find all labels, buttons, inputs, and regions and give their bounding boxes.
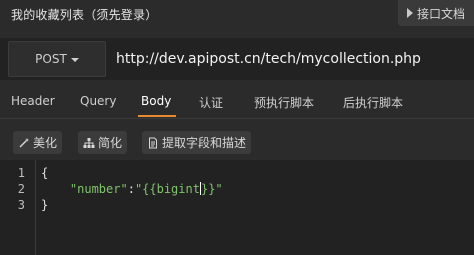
line-number: 2	[17, 182, 25, 196]
tab-pre-script[interactable]: 预执行脚本	[254, 94, 314, 111]
request-tabs: Header Query Body 认证 预执行脚本 后执行脚本	[0, 88, 474, 119]
play-icon	[406, 8, 413, 18]
method-select[interactable]: POST	[8, 41, 106, 77]
code-line-2: "number":"{{bigint}}"	[41, 182, 223, 196]
magic-wand-icon	[19, 137, 29, 147]
tab-header[interactable]: Header	[11, 94, 55, 108]
tab-post-script[interactable]: 后执行脚本	[343, 94, 403, 111]
json-value-end: }}"	[200, 182, 223, 196]
api-doc-label: 接口文档	[416, 6, 465, 21]
code-line-3: }	[41, 198, 48, 212]
json-colon: :	[127, 182, 135, 196]
line-number-gutter: 1 2 3	[0, 160, 36, 255]
beautify-label: 美化	[33, 136, 58, 150]
url-input[interactable]	[116, 41, 468, 77]
active-tab-indicator	[138, 115, 176, 117]
document-icon	[149, 137, 157, 148]
method-label: POST	[35, 52, 67, 66]
extract-fields-button[interactable]: 提取字段和描述	[142, 131, 252, 154]
title-bar: 我的收藏列表（须先登录） 接口文档	[0, 0, 474, 30]
line-number: 3	[17, 198, 25, 212]
json-value-start: "{{bigint	[134, 182, 200, 196]
tab-auth[interactable]: 认证	[199, 94, 223, 111]
body-toolbar: 美化 简化 提取字段和描述	[0, 128, 474, 156]
extract-fields-label: 提取字段和描述	[162, 136, 247, 150]
request-bar: POST	[0, 38, 474, 80]
json-key: "number"	[69, 182, 128, 196]
simplify-button[interactable]: 简化	[78, 131, 128, 154]
simplify-label: 简化	[98, 136, 123, 150]
tab-body[interactable]: Body	[141, 94, 171, 108]
tab-query[interactable]: Query	[80, 94, 116, 108]
beautify-button[interactable]: 美化	[13, 131, 63, 154]
line-number: 1	[17, 166, 25, 180]
code-line-1: {	[41, 166, 48, 180]
chevron-down-icon	[70, 57, 79, 62]
body-code-editor[interactable]: 1 2 3 { "number":"{{bigint}}" }	[0, 160, 474, 255]
page-title: 我的收藏列表（须先登录）	[11, 8, 158, 22]
code-brace-close: }	[41, 198, 49, 212]
hierarchy-icon	[83, 137, 95, 148]
code-brace-open: {	[41, 166, 49, 180]
api-doc-button[interactable]: 接口文档	[398, 0, 474, 26]
